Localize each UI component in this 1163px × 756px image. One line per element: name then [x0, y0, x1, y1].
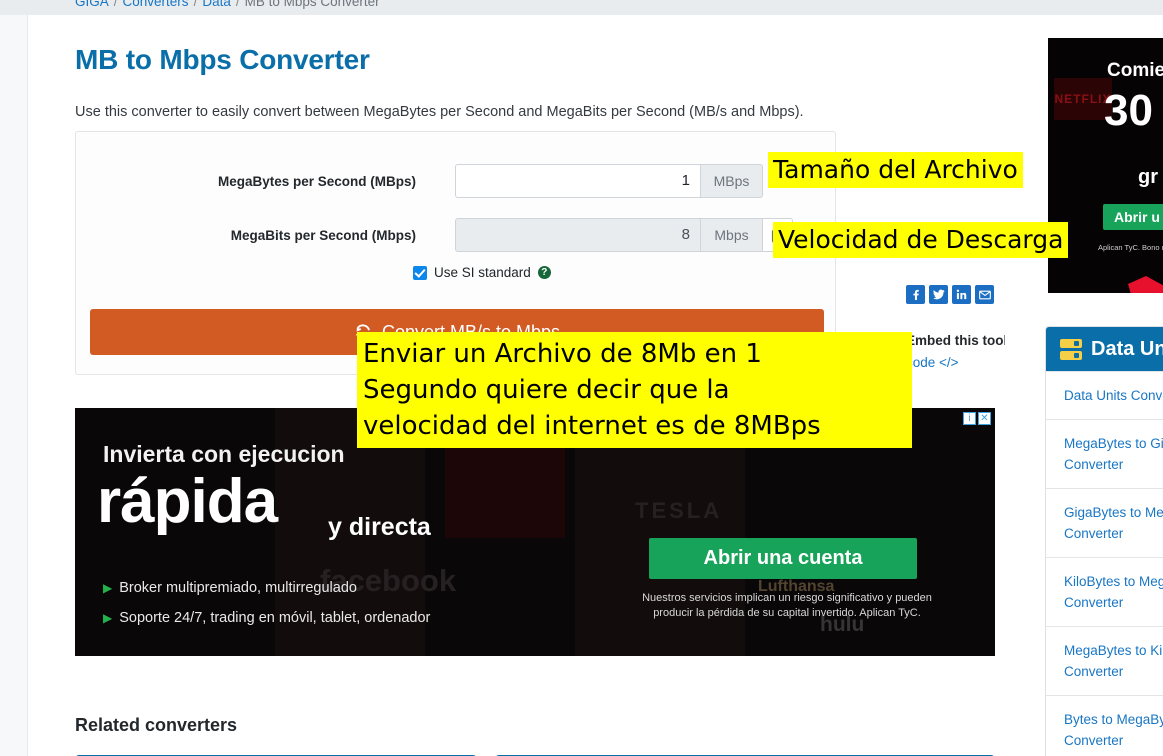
page-root: GIGA / Converters / Data / MB to Mbps Converte…: [0, 0, 1163, 756]
social-share-row: [906, 285, 994, 304]
embed-title: Embed this tool:: [906, 333, 1012, 348]
annotation-file-size: Tamaño del Archivo: [768, 152, 1023, 188]
breadcrumb-sep: /: [235, 0, 240, 9]
ad-bullet-1: ▶ Broker multipremiado, multirregulado: [103, 580, 357, 596]
breadcrumb-item-converters[interactable]: Converters: [123, 0, 189, 9]
page-subtitle: Use this converter to easily convert bet…: [75, 104, 804, 120]
linkedin-icon[interactable]: [952, 285, 971, 304]
si-standard-label: Use SI standard: [434, 265, 531, 280]
adchoices-close-icon[interactable]: ✕: [978, 412, 991, 425]
ad-cta-button[interactable]: Abrir una cuenta: [649, 538, 917, 579]
ad-bullet-2: ▶ Soporte 24/7, trading en móvil, tablet,…: [103, 610, 430, 626]
facebook-icon[interactable]: [906, 285, 925, 304]
ad-disclaimer: Nuestros servicios implican un riesgo si…: [642, 592, 932, 619]
triangle-icon: ▶: [103, 611, 113, 625]
breadcrumb-current: MB to Mbps Converter: [244, 0, 380, 9]
breadcrumb-bar: GIGA / Converters / Data / MB to Mbps Converte…: [0, 0, 1163, 15]
sidebar-item-bytes-to-mb[interactable]: Bytes to MegaBy Converter: [1046, 695, 1163, 756]
sidebar-item-mb-to-gb[interactable]: MegaBytes to Gig Converter: [1046, 419, 1163, 488]
breadcrumb: GIGA / Converters / Data / MB to Mbps Converte…: [75, 0, 380, 9]
input-group-mbps: 1 MBps: [455, 164, 763, 198]
megabits-unit-label: Mbps: [701, 218, 763, 252]
si-standard-row: Use SI standard ?: [413, 265, 551, 280]
ad-bullet-1-text: Broker multipremiado, multirregulado: [119, 580, 357, 596]
annotation-download-speed: Velocidad de Descarga: [773, 222, 1069, 258]
left-gutter: [0, 15, 28, 756]
sidebar-item-kb-to-mb[interactable]: KiloBytes to Meg Converter: [1046, 557, 1163, 626]
adchoices-controls: i ✕: [963, 412, 991, 425]
ad-headline-1: Invierta con ejecucion: [103, 441, 345, 467]
breadcrumb-item-giga[interactable]: GIGA: [75, 0, 109, 9]
output-label: MegaBits per Second (Mbps): [230, 228, 416, 243]
right-sidebar: NETFLIX Comien 30 gr Abrir u Aplican TyC…: [1005, 15, 1163, 756]
megabits-output[interactable]: 8: [455, 218, 701, 252]
sidebar-item-data-units[interactable]: Data Units Conve: [1046, 371, 1163, 419]
mbps-input[interactable]: 1: [455, 164, 701, 198]
ad-right-headline: Comien: [1107, 60, 1163, 81]
adchoices-info-icon[interactable]: i: [963, 412, 976, 425]
breadcrumb-sep: /: [193, 0, 198, 9]
input-label: MegaBytes per Second (MBps): [217, 174, 416, 189]
annotation-explanation: Enviar un Archivo de 8Mb en 1 Segundo qu…: [357, 332, 912, 448]
sidebar-item-mb-to-kb[interactable]: MegaBytes to Kil Converter: [1046, 626, 1163, 695]
ad-bullet-2-text: Soporte 24/7, trading en móvil, tablet, …: [119, 610, 431, 626]
sidebar-header-label: Data Unit: [1091, 337, 1163, 360]
embed-code-link[interactable]: code </>: [906, 355, 959, 370]
use-si-standard-checkbox[interactable]: [413, 265, 427, 280]
ad-right-disclaimer: Aplican TyC. Bono n la UE: [1098, 243, 1163, 252]
related-converters-title: Related converters: [75, 715, 238, 735]
ad-headline-2: rápida: [97, 467, 278, 536]
ad-right-sub: gr: [1138, 166, 1158, 188]
input-group-megabits: 8 Mbps: [455, 218, 793, 252]
ad-right-big-number: 30: [1104, 86, 1153, 135]
ad-headline-3: y directa: [328, 513, 431, 541]
xm-bull-logo-icon: [1128, 276, 1163, 293]
breadcrumb-item-data[interactable]: Data: [202, 0, 231, 9]
email-icon[interactable]: [975, 285, 994, 304]
ad-ghost-tesla: TESLA: [635, 498, 723, 523]
twitter-icon[interactable]: [929, 285, 948, 304]
page-title: MB to Mbps Converter: [75, 44, 370, 75]
sidebar-header: Data Unit: [1046, 327, 1163, 371]
ad-right-cta-button[interactable]: Abrir u: [1103, 204, 1163, 230]
breadcrumb-sep: /: [113, 0, 118, 9]
sidebar-item-gb-to-mb[interactable]: GigaBytes to Meg Converter: [1046, 488, 1163, 557]
help-icon[interactable]: ?: [537, 266, 551, 279]
database-icon: [1060, 338, 1082, 360]
data-unit-converters-box: Data Unit Data Units Conve MegaBytes to …: [1045, 326, 1163, 756]
mbps-unit-label: MBps: [701, 164, 763, 198]
triangle-icon: ▶: [103, 581, 113, 595]
